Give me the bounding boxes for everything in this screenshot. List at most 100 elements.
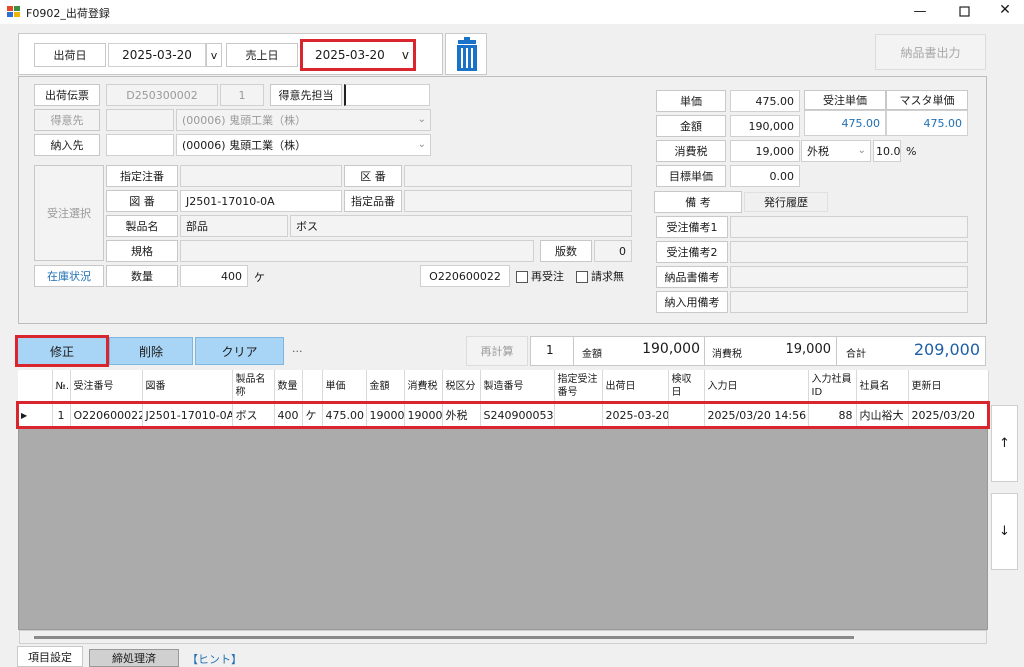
grid-header[interactable]: 図番 <box>142 370 233 404</box>
ship-date-dropdown[interactable]: v <box>206 43 222 67</box>
trash-button[interactable] <box>445 33 487 75</box>
target-price-field[interactable]: 0.00 <box>730 165 800 187</box>
unit-price-field[interactable]: 475.00 <box>730 90 800 112</box>
drawing-label: 図 番 <box>106 190 178 212</box>
client-code-field <box>106 109 174 131</box>
tab-remarks[interactable]: 備 考 <box>654 191 742 213</box>
order-note2-field[interactable] <box>730 241 968 263</box>
order-unit-label: 受注単価 <box>804 90 886 110</box>
grid-cell: 2025-03-20 <box>602 403 669 427</box>
tab-settings[interactable]: 項目設定 <box>17 646 83 667</box>
delivery-note-field[interactable] <box>730 266 968 288</box>
delete-button[interactable]: 削除 <box>109 337 193 365</box>
order-select-button[interactable]: 受注選択 <box>34 165 104 261</box>
designated-item-label: 指定品番 <box>344 190 402 212</box>
reorder-checkbox[interactable]: 再受注 <box>516 268 564 284</box>
grid-header[interactable]: 入力日 <box>704 370 809 404</box>
grid-header[interactable]: 出荷日 <box>602 370 669 404</box>
grid-cell: S240900053 <box>480 403 555 427</box>
chevron-down-icon: ⌄ <box>417 138 426 150</box>
grid-header[interactable]: 数量 <box>274 370 303 404</box>
product-label: 製品名 <box>106 215 178 237</box>
grid-header[interactable]: 製品名称 <box>232 370 275 404</box>
drawing-field[interactable]: J2501-17010-0A <box>180 190 342 212</box>
totals-divider-3 <box>836 336 837 366</box>
scrollbar-thumb[interactable] <box>34 636 854 639</box>
grid-header[interactable]: 検収日 <box>668 370 705 404</box>
tax-label: 消費税 <box>656 140 726 162</box>
order-note1-field[interactable] <box>730 216 968 238</box>
edit-button[interactable]: 修正 <box>15 335 109 367</box>
master-unit-value: 475.00 <box>886 110 968 136</box>
totals-count: 1 <box>546 343 554 357</box>
designated-order-label: 指定注番 <box>106 165 178 187</box>
section-field[interactable] <box>404 165 632 187</box>
grid-cell: 2025/03/20 <box>908 403 989 427</box>
tax-rate-field[interactable]: 10.0 <box>873 140 901 162</box>
grid-header[interactable]: №. <box>52 370 71 404</box>
no-invoice-checkbox[interactable]: 請求無 <box>576 268 624 284</box>
recalc-button[interactable]: 再計算 <box>466 336 528 366</box>
client-person-label: 得意先担当 <box>270 84 342 106</box>
edition-field: 0 <box>594 240 632 262</box>
delivery-use-label: 納入用備考 <box>656 291 728 313</box>
row-selector-icon[interactable]: ▶ <box>18 403 53 427</box>
sales-date-dropdown[interactable]: v <box>402 48 409 62</box>
target-price-label: 目標単価 <box>656 165 726 187</box>
title-bar: F0902_出荷登録 — ✕ <box>0 0 1024 24</box>
qty-input[interactable]: 400 <box>180 265 248 287</box>
scroll-down-button[interactable]: ↓ <box>991 493 1018 570</box>
delivery-print-button[interactable]: 納品書出力 <box>875 34 986 70</box>
sales-date-label: 売上日 <box>226 43 298 67</box>
minimize-icon[interactable]: — <box>910 4 930 20</box>
grid-header[interactable] <box>18 370 53 404</box>
detail-grid: №. 受注番号 図番 製品名称 数量 単価 金額 消費税 税区分 製造番号 指定… <box>16 370 990 429</box>
grid-cell: ボス <box>232 403 275 427</box>
delivery-use-field[interactable] <box>730 291 968 313</box>
table-row[interactable]: ▶ 1 O220600022 J2501-17010-0A ボス 400 ケ 4… <box>16 401 990 429</box>
designated-order-field[interactable] <box>180 165 342 187</box>
amount-label: 金額 <box>656 115 726 137</box>
stock-status-button[interactable]: 在庫状況 <box>34 265 104 287</box>
grid-header[interactable]: 指定受注番号 <box>554 370 603 404</box>
client-person-input[interactable] <box>344 84 430 106</box>
tax-type-select[interactable]: 外税 ⌄ <box>801 140 871 162</box>
grid-header[interactable]: 入力社員ID <box>808 370 857 404</box>
totals-total-value: 209,000 <box>913 340 980 359</box>
section-label: 区 番 <box>344 165 402 187</box>
close-icon[interactable]: ✕ <box>995 2 1015 20</box>
grid-header[interactable]: 単価 <box>322 370 367 404</box>
scroll-up-button[interactable]: ↑ <box>991 405 1018 482</box>
delivery-select[interactable]: (00006) 鬼頭工業（株） ⌄ <box>176 134 431 156</box>
delivery-label: 納入先 <box>34 134 100 156</box>
more-button[interactable]: ... <box>292 342 303 355</box>
grid-header[interactable] <box>302 370 323 404</box>
client-label: 得意先 <box>34 109 100 131</box>
amount-field[interactable]: 190,000 <box>730 115 800 137</box>
grid-header[interactable]: 受注番号 <box>70 370 143 404</box>
clear-button[interactable]: クリア <box>195 337 284 365</box>
grid-cell: J2501-17010-0A <box>142 403 233 427</box>
client-select[interactable]: (00006) 鬼頭工業（株） ⌄ <box>176 109 431 131</box>
designated-item-field[interactable] <box>404 190 632 212</box>
tab-history[interactable]: 発行履歴 <box>744 192 828 212</box>
trash-icon <box>457 37 477 71</box>
ship-date-label: 出荷日 <box>34 43 106 67</box>
grid-cell: 19000 <box>404 403 443 427</box>
ship-date-field[interactable]: 2025-03-20 <box>108 43 206 67</box>
grid-header[interactable]: 社員名 <box>856 370 909 404</box>
grid-cell: 1 <box>52 403 71 427</box>
delivery-code-field[interactable] <box>106 134 174 156</box>
tax-field[interactable]: 19,000 <box>730 140 800 162</box>
grid-header[interactable]: 税区分 <box>442 370 481 404</box>
slip-seq-field: 1 <box>220 84 264 106</box>
grid-header[interactable]: 製造番号 <box>480 370 555 404</box>
slip-label: 出荷伝票 <box>34 84 100 106</box>
maximize-icon[interactable] <box>955 4 975 20</box>
grid-header[interactable]: 更新日 <box>908 370 989 404</box>
sales-date-field[interactable]: 2025-03-20 v <box>300 39 416 71</box>
tab-closing[interactable]: 締処理済 <box>89 649 179 667</box>
grid-header[interactable]: 金額 <box>366 370 405 404</box>
grid-hscrollbar[interactable] <box>19 630 987 644</box>
grid-header[interactable]: 消費税 <box>404 370 443 404</box>
